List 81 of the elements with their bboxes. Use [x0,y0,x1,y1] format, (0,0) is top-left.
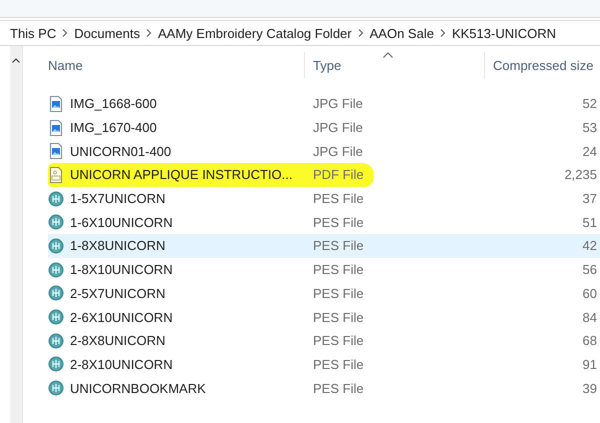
chevron-icon [62,29,68,37]
file-size: 42 [582,238,598,254]
file-size: 2,235 [563,167,598,182]
breadcrumb-item[interactable]: KK513-UNICORN [452,26,556,40]
breadcrumb-item[interactable]: This PC [10,26,56,40]
file-type: PDF File [312,167,365,182]
scroll-up-icon[interactable] [12,58,20,63]
file-size: 52 [582,96,598,112]
embroidery-file-icon [48,332,64,349]
file-size: 37 [582,191,598,206]
file-name: IMG_1670-400 [70,120,157,136]
image-file-icon [48,96,64,112]
embroidery-file-icon [48,190,64,207]
file-row[interactable]: IMG_1668-600 JPG File 52 [48,92,600,116]
file-size: 60 [582,286,598,301]
file-name: 2-6X10UNICORN [70,310,173,325]
column-header[interactable]: Type [304,52,484,78]
file-size: 53 [582,120,598,136]
embroidery-file-icon [48,356,64,372]
embroidery-file-icon [48,262,64,278]
file-size: 24 [582,144,598,159]
column-header[interactable]: Compressed size [484,52,600,78]
file-row[interactable]: 2-5X7UNICORN PES File 60 [48,282,600,306]
embroidery-file-icon [48,214,64,230]
file-type: PES File [312,214,365,230]
file-row[interactable]: 1-6X10UNICORN PES File 51 [48,210,600,234]
file-type: PES File [312,333,365,348]
embroidery-file-icon [48,238,64,254]
breadcrumb-item[interactable]: AAMy Embroidery Catalog Folder [158,26,352,40]
file-name: 2-8X8UNICORN [70,333,166,348]
chevron-icon [440,29,446,37]
file-row[interactable]: 1-8X8UNICORN PES File 42 [48,234,600,258]
file-type: PES File [312,356,365,372]
column-header[interactable]: Name [48,52,304,78]
file-row[interactable]: 1-5X7UNICORN PES File 37 [48,186,600,210]
scrollbar[interactable] [10,46,23,423]
file-size: 39 [582,380,598,396]
file-row[interactable]: 1-8X10UNICORN PES File 56 [48,258,600,282]
file-type: JPG File [312,96,364,112]
file-row[interactable]: IMG_1670-400 JPG File 53 [48,116,600,140]
embroidery-file-icon [48,380,64,396]
file-row[interactable]: 2-8X10UNICORN PES File 91 [48,352,600,376]
embroidery-file-icon [48,285,64,302]
file-row[interactable]: 2-8X8UNICORN PES File 68 [48,328,600,353]
file-type: PES File [312,310,365,325]
file-row[interactable]: UNICORNBOOKMARK PES File 39 [48,376,600,400]
image-file-icon [48,120,64,136]
file-name: 1-6X10UNICORN [70,214,173,230]
file-row[interactable]: UNICORN APPLIQUE INSTRUCTIO... PDF File 2,235 [48,163,600,187]
file-type: PES File [312,238,365,254]
file-name: 1-5X7UNICORN [70,191,166,206]
chevron-icon [358,29,364,37]
file-name: IMG_1668-600 [70,96,157,112]
breadcrumb-item[interactable]: AAOn Sale [370,26,434,40]
image-file-icon [48,143,64,160]
pdf-file-icon [48,166,64,183]
file-row[interactable]: 2-6X10UNICORN PES File 84 [48,305,600,329]
file-type: JPG File [312,144,364,159]
sort-caret-icon [383,52,393,58]
file-size: 84 [582,310,598,325]
file-name: UNICORN APPLIQUE INSTRUCTIO... [70,167,292,182]
file-name: UNICORN01-400 [70,144,172,159]
file-size: 51 [582,214,598,230]
breadcrumb-item[interactable]: Documents [74,26,140,40]
file-type: PES File [312,380,365,396]
file-row[interactable]: UNICORN01-400 JPG File 24 [48,139,600,164]
file-name: 1-8X8UNICORN [70,238,166,254]
file-name: 2-5X7UNICORN [70,286,166,301]
file-size: 68 [582,333,598,348]
embroidery-file-icon [48,309,64,326]
file-name: 1-8X10UNICORN [70,262,173,278]
file-size: 91 [582,356,598,372]
address-bar[interactable]: This PC Documents AAMy Embroidery Catalog Folder AAOn Sale KK513-UNICORN [0,20,600,46]
file-type: JPG File [312,120,364,136]
chevron-icon [146,29,152,37]
file-name: 2-8X10UNICORN [70,356,173,372]
file-type: PES File [312,191,365,206]
file-size: 56 [582,262,598,278]
file-type: PES File [312,262,365,278]
file-type: PES File [312,286,365,301]
file-name: UNICORNBOOKMARK [70,380,206,396]
